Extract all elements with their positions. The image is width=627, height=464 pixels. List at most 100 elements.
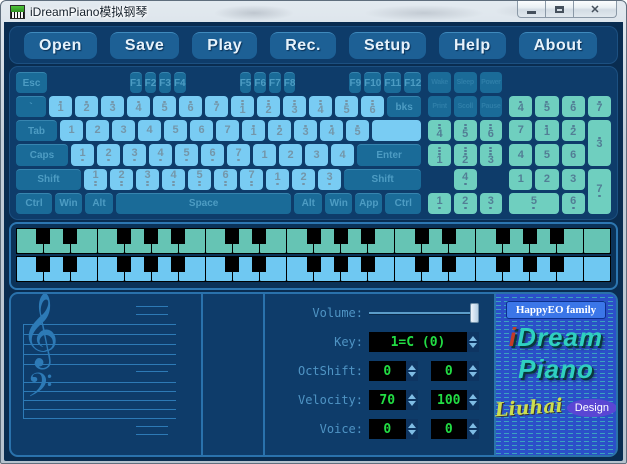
key-Shift[interactable]: Shift [344, 169, 421, 190]
key-5[interactable]: 5 [509, 193, 558, 214]
octshift-spinner-b[interactable] [467, 361, 479, 381]
key-1[interactable]: 1 [509, 169, 532, 190]
key-5[interactable]: 5 [188, 169, 211, 190]
key-Alt[interactable]: Alt [85, 193, 113, 214]
key-Win[interactable]: Win [325, 193, 352, 214]
key-2[interactable]: 2 [86, 120, 109, 141]
key-1[interactable]: 1 [231, 96, 254, 117]
key-4[interactable]: 4 [454, 169, 477, 190]
piano-key-black[interactable] [171, 229, 185, 244]
piano-key-black[interactable] [496, 257, 510, 272]
piano-key-black[interactable] [496, 229, 510, 244]
piano-key-black[interactable] [36, 257, 50, 272]
key-1[interactable]: 1 [242, 120, 265, 141]
piano-key-black[interactable] [63, 257, 77, 272]
piano-key-black[interactable] [361, 257, 375, 272]
piano-key-black[interactable] [63, 229, 77, 244]
piano-key-black[interactable] [334, 257, 348, 272]
key-Power[interactable]: Power [480, 72, 503, 93]
key-`[interactable]: ` [16, 96, 46, 117]
key-Space[interactable]: Space [116, 193, 291, 214]
key-3[interactable]: 3 [123, 144, 146, 165]
key-1[interactable]: 1 [266, 169, 289, 190]
key-3[interactable]: 3 [588, 120, 611, 165]
key-4[interactable]: 4 [162, 169, 185, 190]
piano-key-black[interactable] [550, 229, 564, 244]
voice-spinner-b[interactable] [467, 419, 479, 439]
key-Caps[interactable]: Caps [16, 144, 68, 165]
key-5[interactable]: 5 [175, 144, 198, 165]
piano-key-black[interactable] [144, 229, 158, 244]
key-F12[interactable]: F12 [404, 72, 421, 93]
piano-key-black[interactable] [334, 229, 348, 244]
key-4[interactable]: 4 [509, 96, 532, 117]
piano-key-white[interactable] [584, 229, 610, 253]
key-spinner[interactable] [467, 332, 479, 352]
key-6[interactable]: 6 [562, 96, 585, 117]
key-6[interactable]: 6 [179, 96, 202, 117]
close-button[interactable]: ✕ [574, 1, 617, 18]
piano-key-black[interactable] [523, 257, 537, 272]
play-button[interactable]: Play [192, 32, 257, 59]
key-4[interactable]: 4 [320, 120, 343, 141]
key-7[interactable]: 7 [588, 169, 611, 214]
key-3[interactable]: 3 [294, 120, 317, 141]
key-7[interactable]: 7 [240, 169, 263, 190]
key-1[interactable]: 1 [71, 144, 94, 165]
key-3[interactable]: 3 [283, 96, 306, 117]
piano-key-black[interactable] [117, 229, 131, 244]
piano-key-black[interactable] [442, 257, 456, 272]
key-4[interactable]: 4 [149, 144, 172, 165]
key-3[interactable]: 3 [480, 193, 503, 214]
key-3[interactable]: 3 [112, 120, 135, 141]
piano-key-black[interactable] [36, 229, 50, 244]
piano-key-black[interactable] [361, 229, 375, 244]
piano-key-black[interactable] [307, 229, 321, 244]
octshift-spinner-a[interactable] [406, 361, 418, 381]
key-App[interactable]: App [355, 193, 382, 214]
key-F9[interactable]: F9 [349, 72, 361, 93]
key-Shift[interactable]: Shift [16, 169, 81, 190]
piano-key-black[interactable] [117, 257, 131, 272]
piano-key-black[interactable] [415, 229, 429, 244]
piano-key-white[interactable] [584, 257, 610, 281]
key-1[interactable]: 1 [60, 120, 83, 141]
key-5[interactable]: 5 [164, 120, 187, 141]
key-7[interactable]: 7 [509, 120, 532, 141]
piano-key-black[interactable] [442, 229, 456, 244]
key-3[interactable]: 3 [136, 169, 159, 190]
key-2[interactable]: 2 [268, 120, 291, 141]
key-6[interactable]: 6 [214, 169, 237, 190]
piano-key-black[interactable] [550, 257, 564, 272]
about-button[interactable]: About [519, 32, 598, 59]
key-2[interactable]: 2 [257, 96, 280, 117]
key-6[interactable]: 6 [562, 144, 585, 165]
key-Alt[interactable]: Alt [294, 193, 322, 214]
key-3[interactable]: 3 [305, 144, 328, 165]
piano-key-black[interactable] [307, 257, 321, 272]
key-2[interactable]: 2 [97, 144, 120, 165]
save-button[interactable]: Save [110, 32, 179, 59]
key-1[interactable]: 1 [84, 169, 107, 190]
piano-key-black[interactable] [225, 257, 239, 272]
key-F4[interactable]: F4 [174, 72, 186, 93]
key-3[interactable]: 3 [480, 144, 503, 165]
key-5[interactable]: 5 [535, 96, 558, 117]
key-2[interactable]: 2 [110, 169, 133, 190]
key-5[interactable]: 5 [153, 96, 176, 117]
key-Sleep[interactable]: Sleep [454, 72, 477, 93]
key-7[interactable]: 7 [588, 96, 611, 117]
key-4[interactable]: 4 [509, 144, 532, 165]
key-F6[interactable]: F6 [254, 72, 266, 93]
key-Wake[interactable]: Wake [428, 72, 451, 93]
key-2[interactable]: 2 [75, 96, 98, 117]
key-7[interactable]: 7 [205, 96, 228, 117]
key-7[interactable]: 7 [216, 120, 239, 141]
key-Ctrl[interactable]: Ctrl [385, 193, 421, 214]
key-6[interactable]: 6 [480, 120, 503, 141]
key-4[interactable]: 4 [331, 144, 354, 165]
key-1[interactable]: 1 [253, 144, 276, 165]
key-6[interactable]: 6 [201, 144, 224, 165]
volume-thumb[interactable] [470, 303, 479, 323]
key-Pause[interactable]: Pause [480, 96, 503, 117]
